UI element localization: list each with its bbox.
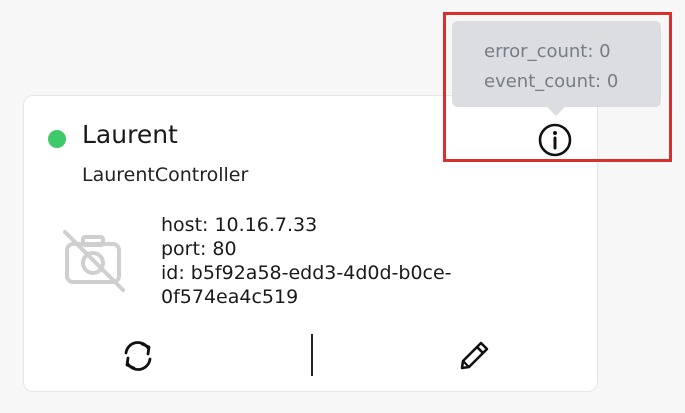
action-divider (311, 334, 313, 376)
id-text-continued: 0f574ea4c519 (161, 286, 299, 308)
highlight-box (443, 12, 672, 162)
status-indicator (48, 130, 66, 148)
camera-off-icon (61, 228, 127, 294)
port-text: port: 80 (161, 238, 237, 260)
refresh-button[interactable] (118, 336, 158, 376)
device-name: Laurent (82, 120, 178, 149)
refresh-icon (124, 341, 152, 371)
id-text: id: b5f92a58-edd3-4d0d-b0ce- (161, 262, 452, 284)
device-details: host: 10.16.7.33 port: 80 id: b5f92a58-e… (161, 213, 452, 309)
device-type: LaurentController (82, 164, 249, 186)
pencil-icon (460, 341, 489, 370)
host-text: host: 10.16.7.33 (161, 214, 318, 236)
edit-button[interactable] (454, 336, 494, 376)
